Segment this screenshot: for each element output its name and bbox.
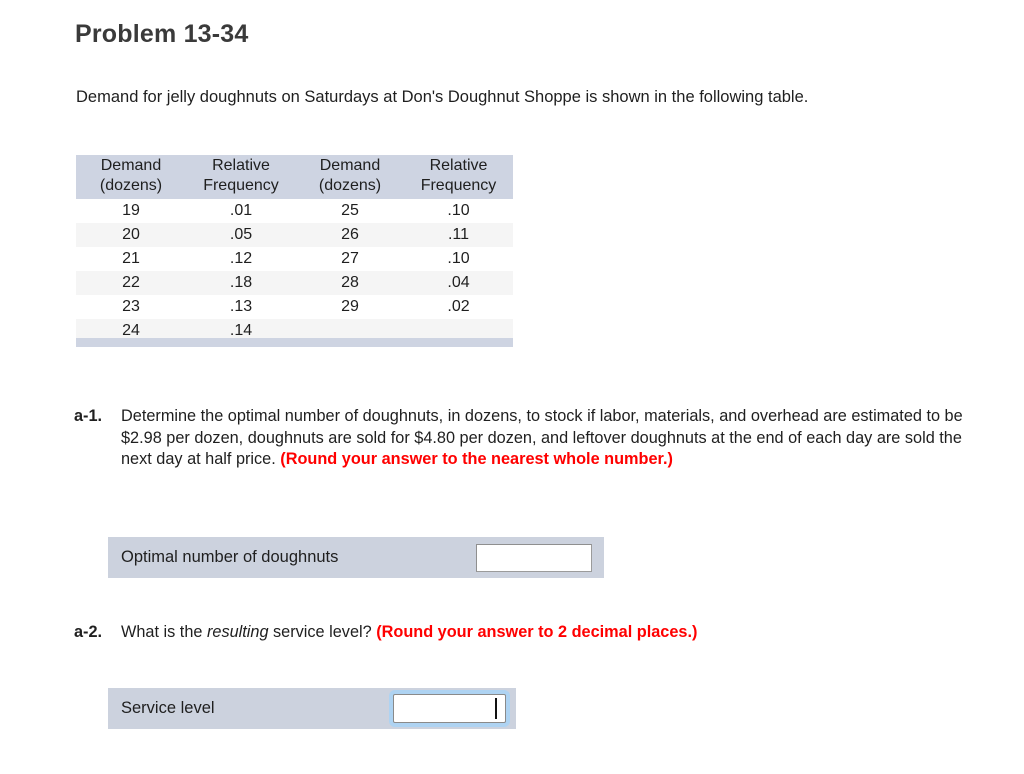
text-cursor [495, 698, 497, 719]
column-header-frequency-left: Relative Frequency [186, 155, 296, 199]
cell-frequency-right: .11 [404, 223, 513, 248]
question-a1: a-1. Determine the optimal number of dou… [74, 406, 974, 471]
table-row: 20 .05 26 .11 [76, 223, 513, 248]
cell-frequency-right: .10 [404, 198, 513, 224]
column-header-demand-left: Demand (dozens) [76, 155, 186, 199]
cell-demand-left: 21 [76, 247, 186, 272]
cell-frequency-left: .05 [186, 223, 296, 248]
question-a1-rounding-note: (Round your answer to the nearest whole … [280, 450, 673, 469]
table-footer-bar [76, 338, 513, 347]
cell-frequency-left: .18 [186, 271, 296, 296]
cell-demand-right: 29 [296, 295, 404, 320]
problem-page: Problem 13-34 Demand for jelly doughnuts… [0, 0, 1024, 774]
table-row: 21 .12 27 .10 [76, 247, 513, 272]
service-level-input-focus-ring [389, 690, 510, 727]
question-a2-body: What is the resulting service level? (Ro… [121, 622, 974, 644]
table-row: 19 .01 25 .10 [76, 198, 513, 224]
question-a2-text-before: What is the [121, 623, 207, 641]
table-header-row: Demand (dozens) Relative Frequency Deman… [76, 155, 513, 199]
question-a1-label: a-1. [74, 407, 103, 425]
cell-frequency-left: .12 [186, 247, 296, 272]
cell-demand-right: 25 [296, 198, 404, 224]
column-header-frequency-right: Relative Frequency [404, 155, 513, 199]
cell-demand-right: 26 [296, 223, 404, 248]
question-a1-body: Determine the optimal number of doughnut… [121, 406, 974, 471]
question-a2: a-2. What is the resulting service level… [74, 622, 974, 644]
cell-demand-right: 27 [296, 247, 404, 272]
cell-frequency-right: .10 [404, 247, 513, 272]
cell-frequency-left: .01 [186, 198, 296, 224]
question-a2-text-italic: resulting [206, 623, 269, 641]
cell-demand-right: 28 [296, 271, 404, 296]
table-row: 22 .18 28 .04 [76, 271, 513, 296]
question-a2-label: a-2. [74, 623, 103, 641]
answer-label-service-level: Service level [121, 699, 215, 717]
optimal-doughnuts-input[interactable] [476, 544, 592, 572]
page-title: Problem 13-34 [75, 20, 249, 48]
table-row: 23 .13 29 .02 [76, 295, 513, 320]
cell-frequency-right: .02 [404, 295, 513, 320]
cell-demand-left: 23 [76, 295, 186, 320]
cell-demand-left: 20 [76, 223, 186, 248]
answer-row-optimal-doughnuts: Optimal number of doughnuts [108, 537, 604, 578]
cell-frequency-left: .13 [186, 295, 296, 320]
question-a2-rounding-note: (Round your answer to 2 decimal places.) [376, 623, 698, 641]
demand-frequency-table: Demand (dozens) Relative Frequency Deman… [76, 155, 513, 344]
answer-label-optimal-doughnuts: Optimal number of doughnuts [121, 548, 339, 566]
service-level-input[interactable] [393, 694, 506, 723]
cell-demand-left: 19 [76, 198, 186, 224]
answer-row-service-level: Service level [108, 688, 516, 729]
cell-demand-left: 22 [76, 271, 186, 296]
column-header-demand-right: Demand (dozens) [296, 155, 404, 199]
cell-frequency-right: .04 [404, 271, 513, 296]
question-a2-text-after: service level? [268, 623, 377, 641]
intro-paragraph: Demand for jelly doughnuts on Saturdays … [76, 88, 809, 106]
